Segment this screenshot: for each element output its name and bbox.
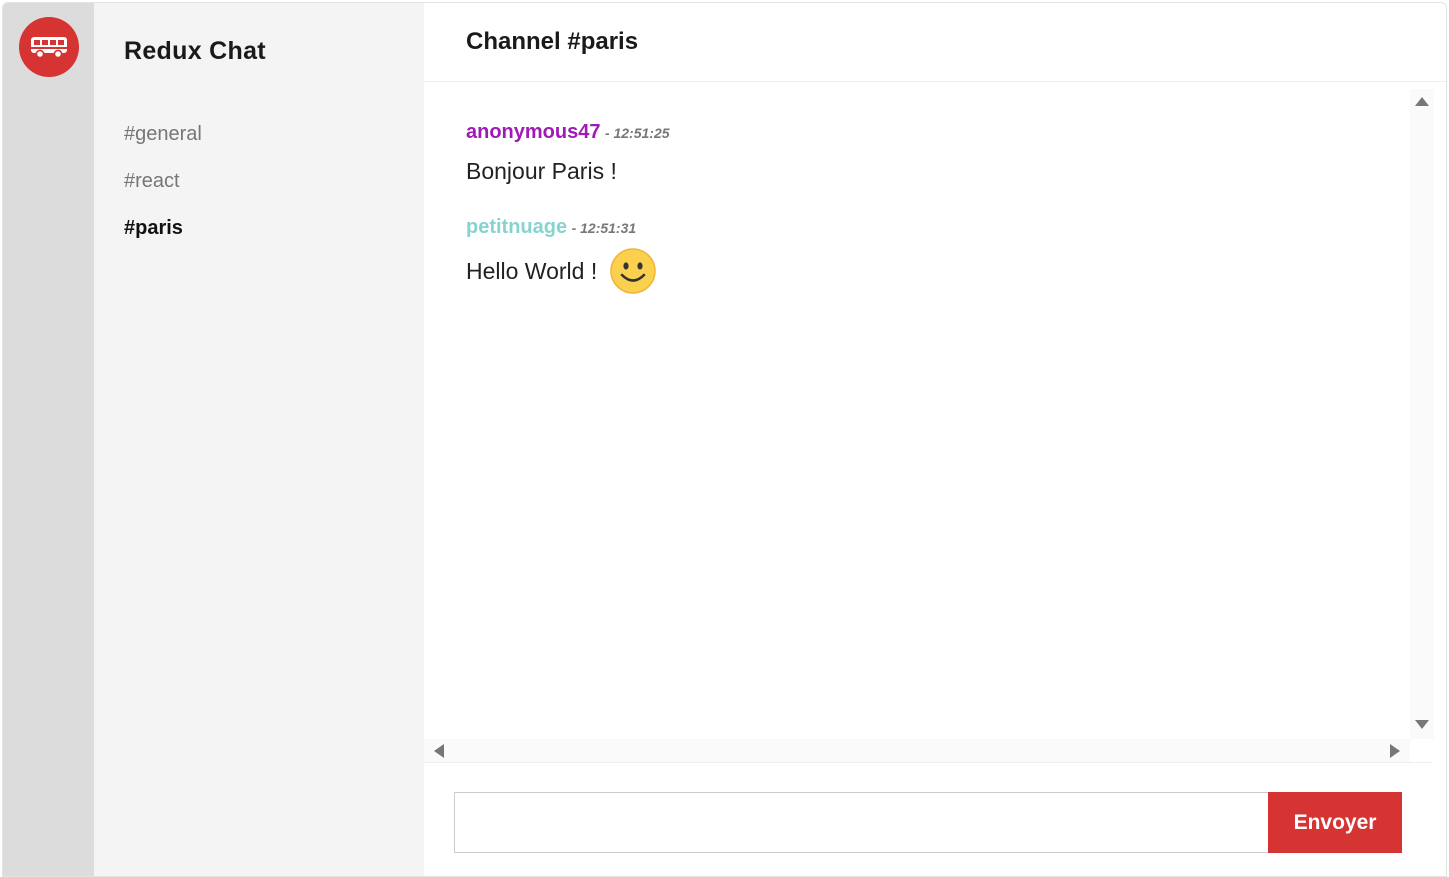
- scroll-left-arrow-icon[interactable]: [434, 744, 444, 758]
- message-input[interactable]: [454, 792, 1268, 853]
- chat-panel: Channel #paris anonymous47 - 12:51:25 Bo…: [424, 3, 1446, 876]
- message-composer: Envoyer: [454, 792, 1402, 853]
- message-author: petitnuage: [466, 216, 568, 238]
- scroll-down-arrow-icon[interactable]: [1415, 720, 1429, 729]
- smiley-face-icon: [610, 248, 656, 294]
- vertical-scrollbar[interactable]: [1410, 89, 1434, 739]
- message-author: anonymous47: [466, 121, 601, 143]
- channel-sidebar: Redux Chat #general #react #paris: [94, 3, 424, 876]
- message-time: - 12:51:31: [571, 220, 637, 236]
- channel-item-general[interactable]: #general: [124, 121, 202, 168]
- message-list[interactable]: anonymous47 - 12:51:25 Bonjour Paris ! p…: [424, 89, 1410, 739]
- composer-divider: [424, 762, 1432, 763]
- chat-header: Channel #paris: [424, 3, 1446, 82]
- channel-title: Channel #paris: [466, 28, 639, 55]
- app-title: Redux Chat: [124, 37, 266, 65]
- horizontal-scrollbar[interactable]: [424, 739, 1410, 763]
- app-rail: [3, 3, 94, 876]
- channel-list: #general #react #paris: [124, 121, 202, 262]
- message-item: petitnuage - 12:51:31 Hello World !: [466, 216, 657, 295]
- message-text: Bonjour Paris !: [466, 158, 617, 184]
- channel-item-paris[interactable]: #paris: [124, 215, 202, 262]
- bus-icon: [31, 37, 67, 59]
- message-text: Hello World !: [466, 257, 598, 284]
- message-item: anonymous47 - 12:51:25 Bonjour Paris !: [466, 121, 670, 185]
- scroll-right-arrow-icon[interactable]: [1390, 744, 1400, 758]
- app-window: Redux Chat #general #react #paris Channe…: [2, 2, 1447, 877]
- message-time: - 12:51:25: [604, 125, 670, 141]
- channel-item-react[interactable]: #react: [124, 168, 202, 215]
- send-button[interactable]: Envoyer: [1268, 792, 1402, 853]
- scroll-up-arrow-icon[interactable]: [1415, 97, 1429, 106]
- app-logo[interactable]: [19, 17, 79, 77]
